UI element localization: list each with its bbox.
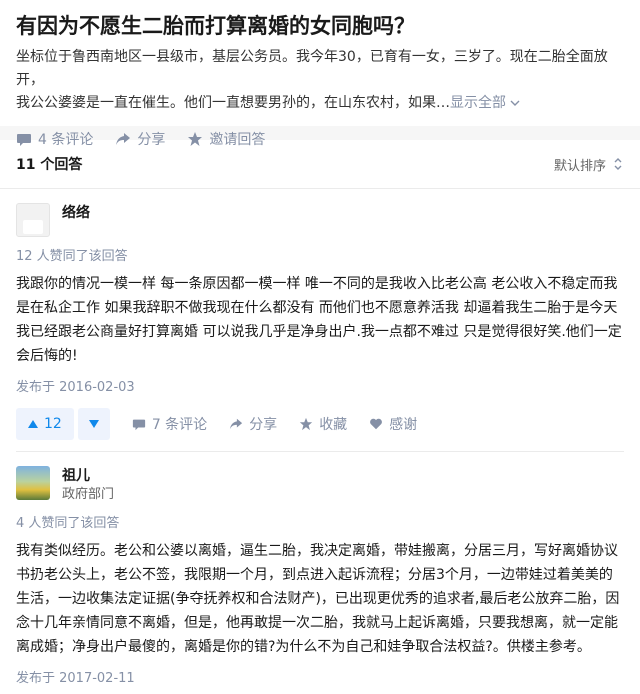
- share-icon: [230, 418, 243, 430]
- answer-content: 我跟你的情况一模一样 每一条原因都一模一样 唯一不同的是我收入比老公高 老公收入…: [16, 276, 622, 364]
- answer-list-header: 11 个回答 默认排序: [0, 140, 640, 189]
- answer-item: 祖儿 政府部门 4 人赞同了该回答 我有类似经历。老公和公婆以离婚，逼生二胎，我…: [0, 452, 640, 686]
- answer-share-button[interactable]: 分享: [229, 414, 277, 434]
- answer-count: 11 个回答: [16, 157, 83, 173]
- question-share-button[interactable]: 分享: [115, 129, 165, 149]
- heart-icon: [370, 418, 383, 430]
- sort-dropdown[interactable]: 默认排序: [554, 155, 624, 174]
- thanks-button[interactable]: 感谢: [369, 414, 417, 434]
- invite-answer-label: 邀请回答: [209, 132, 266, 148]
- collect-label: 收藏: [319, 417, 348, 433]
- question-title[interactable]: 有因为不愿生二胎而打算离婚的女同胞吗？: [16, 12, 624, 40]
- question-share-label: 分享: [137, 132, 166, 148]
- answer-action-bar: 12 7 条评论 分享 收藏 感谢: [16, 407, 624, 441]
- avatar[interactable]: [16, 466, 50, 500]
- bookmark-icon: [300, 417, 313, 431]
- question-card: 有因为不愿生二胎而打算离婚的女同胞吗？ 坐标位于鲁西南地区一县级市，基层公务员。…: [0, 0, 640, 148]
- answer-list: 11 个回答 默认排序 络络 12 人赞同了该回答 我跟你的情况一模一样 每一条…: [0, 140, 640, 694]
- answer-comments-label: 7 条评论: [151, 417, 208, 433]
- invite-answer-button[interactable]: 邀请回答: [187, 129, 265, 149]
- sort-label: 默认排序: [553, 158, 606, 174]
- question-detail-line: 我公公婆婆是一直在催生。他们一直想要男孙的，在山东农村，如果…显示全部: [16, 92, 624, 115]
- answer-author: 络络: [16, 203, 624, 237]
- invite-icon: [188, 132, 203, 146]
- sort-icon: [614, 158, 622, 170]
- question-detail-line: 坐标位于鲁西南地区一县级市，基层公务员。我今年30，已育有一女，三岁了。现在二胎…: [16, 49, 608, 88]
- show-all-button[interactable]: 显示全部: [450, 95, 520, 111]
- answer-item: 络络 12 人赞同了该回答 我跟你的情况一模一样 每一条原因都一模一样 唯一不同…: [0, 189, 640, 452]
- chevron-down-icon: [510, 100, 520, 106]
- vote-summary[interactable]: 4 人赞同了该回答: [16, 512, 624, 531]
- answer-date[interactable]: 发布于 2017-02-11: [16, 667, 624, 686]
- answer-author: 祖儿 政府部门: [16, 466, 624, 504]
- answer-comments-button[interactable]: 7 条评论: [132, 414, 207, 434]
- question-comments-button[interactable]: 4 条评论: [16, 129, 93, 149]
- question-detail: 坐标位于鲁西南地区一县级市，基层公务员。我今年30，已育有一女，三岁了。现在二胎…: [16, 46, 624, 115]
- collect-button[interactable]: 收藏: [299, 414, 347, 434]
- upvote-count: 12: [44, 416, 62, 432]
- downvote-button[interactable]: [77, 408, 110, 440]
- answer-share-label: 分享: [249, 417, 278, 433]
- triangle-up-icon: [28, 420, 38, 428]
- comment-icon: [132, 419, 145, 431]
- answer-date[interactable]: 发布于 2016-02-03: [16, 376, 624, 395]
- thanks-label: 感谢: [389, 417, 418, 433]
- question-detail-text: 我公公婆婆是一直在催生。他们一直想要男孙的，在山东农村，如果…: [16, 95, 450, 111]
- vote-summary[interactable]: 12 人赞同了该回答: [16, 245, 624, 264]
- triangle-down-icon: [88, 420, 99, 428]
- question-comments-label: 4 条评论: [38, 132, 94, 148]
- upvote-button[interactable]: 12: [16, 408, 74, 440]
- author-name[interactable]: 祖儿: [62, 466, 114, 486]
- section-gap: [0, 126, 640, 140]
- comment-icon: [17, 134, 31, 146]
- show-all-label: 显示全部: [450, 95, 506, 111]
- answer-content: 我有类似经历。老公和公婆以离婚，逼生二胎，我决定离婚，带娃搬离，分居三月，写好离…: [16, 543, 620, 655]
- avatar[interactable]: [16, 203, 50, 237]
- author-name[interactable]: 络络: [62, 203, 90, 223]
- author-headline: 政府部门: [62, 487, 115, 502]
- share-icon: [116, 133, 131, 145]
